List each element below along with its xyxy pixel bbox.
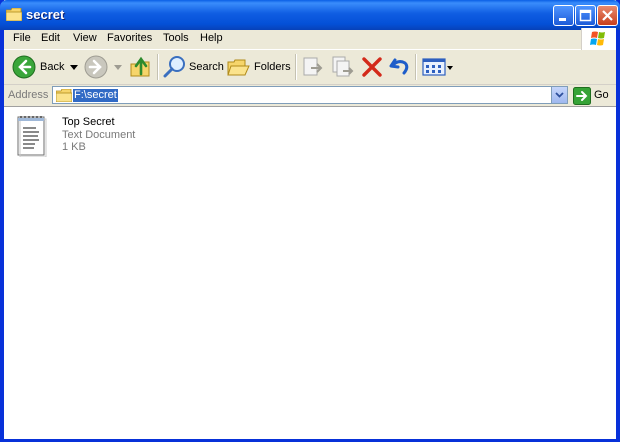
explorer-window: secret File Edit View Favorites Tools He… xyxy=(0,0,620,442)
folders-icon xyxy=(227,59,250,76)
chevron-down-icon[interactable] xyxy=(70,65,78,70)
go-label: Go xyxy=(594,89,609,101)
chevron-down-icon[interactable] xyxy=(114,65,122,70)
menu-help[interactable]: Help xyxy=(200,32,223,44)
copy-to-button[interactable] xyxy=(330,53,356,81)
toolbar-separator xyxy=(415,54,417,80)
toolbar-separator xyxy=(157,54,159,80)
menu-edit[interactable]: Edit xyxy=(41,32,60,44)
copy-to-icon xyxy=(332,56,354,77)
toolbar: Back Search Folders xyxy=(4,50,616,85)
menu-favorites[interactable]: Favorites xyxy=(107,32,152,44)
chevron-down-icon[interactable] xyxy=(447,66,453,70)
address-dropdown-button[interactable] xyxy=(551,87,567,103)
windows-flag-icon xyxy=(590,31,605,46)
maximize-button[interactable] xyxy=(575,5,596,26)
file-type: Text Document xyxy=(62,129,136,141)
undo-button[interactable] xyxy=(386,53,412,81)
folders-button[interactable]: Folders xyxy=(226,53,291,81)
title-bar[interactable]: secret xyxy=(0,0,620,30)
forward-arrow-icon xyxy=(84,55,108,79)
folder-icon xyxy=(56,89,72,102)
close-button[interactable] xyxy=(597,5,618,26)
file-name: Top Secret xyxy=(62,116,115,128)
back-label: Back xyxy=(40,61,65,73)
up-folder-icon xyxy=(130,56,150,77)
minimize-button[interactable] xyxy=(553,5,574,26)
delete-button[interactable] xyxy=(358,53,384,81)
window-title: secret xyxy=(26,7,65,22)
address-value[interactable]: F:\secret xyxy=(73,89,118,102)
back-button[interactable]: Back xyxy=(10,53,78,81)
menu-file[interactable]: File xyxy=(13,32,31,44)
go-button[interactable]: Go xyxy=(572,87,614,105)
maximize-icon xyxy=(579,9,592,22)
delete-x-icon xyxy=(362,57,382,77)
file-item[interactable]: Top Secret Text Document 1 KB xyxy=(14,113,214,163)
folder-icon xyxy=(6,8,22,21)
chevron-down-icon xyxy=(555,92,564,98)
search-button[interactable]: Search xyxy=(162,53,224,81)
up-folder-button[interactable] xyxy=(128,53,154,81)
views-button[interactable] xyxy=(420,53,454,81)
address-label: Address xyxy=(8,89,49,101)
address-input[interactable]: F:\secret xyxy=(52,86,568,104)
move-to-button[interactable] xyxy=(300,53,326,81)
minimize-icon xyxy=(559,18,566,21)
search-label: Search xyxy=(189,61,224,73)
folders-label: Folders xyxy=(254,61,291,73)
windows-logo xyxy=(581,28,616,50)
forward-button[interactable] xyxy=(82,53,126,81)
close-icon xyxy=(602,10,613,21)
search-icon xyxy=(163,56,185,78)
menu-tools[interactable]: Tools xyxy=(163,32,189,44)
toolbar-separator xyxy=(295,54,297,80)
menu-view[interactable]: View xyxy=(73,32,97,44)
views-icon xyxy=(422,58,446,76)
undo-icon xyxy=(389,58,409,75)
menu-bar: File Edit View Favorites Tools Help xyxy=(4,28,616,50)
move-to-icon xyxy=(303,57,323,76)
file-list-pane[interactable]: Top Secret Text Document 1 KB xyxy=(4,106,616,439)
text-document-icon xyxy=(17,116,47,157)
go-arrow-icon xyxy=(573,87,591,105)
file-size: 1 KB xyxy=(62,141,86,153)
address-bar: Address F:\secret Go xyxy=(4,85,616,106)
back-arrow-icon xyxy=(12,55,36,79)
